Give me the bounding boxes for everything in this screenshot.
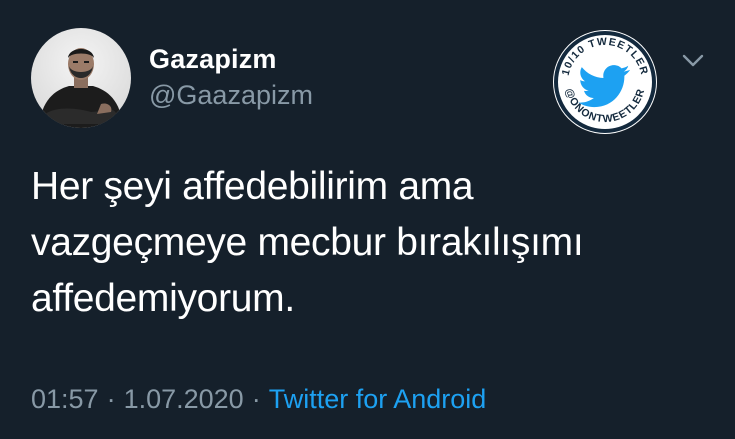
avatar[interactable]: [31, 28, 131, 128]
tweet-source-link[interactable]: Twitter for Android: [269, 384, 487, 414]
more-options-chevron[interactable]: [680, 48, 706, 74]
ononTweetler-badge: 10/10 TWEETLER @ONONTWEETLER: [551, 28, 659, 136]
meta-separator: ·: [251, 384, 261, 414]
user-photo-avatar-icon: [31, 28, 131, 128]
author-handle[interactable]: @Gaazapizm: [149, 80, 313, 111]
previous-content-remnant: [160, 0, 280, 2]
tweet-text-line: vazgeçmeye mecbur bırakılışımı: [31, 221, 584, 264]
tweet-meta: 01:57 · 1.07.2020 · Twitter for Android: [31, 384, 486, 415]
tweet-text-line: affedemiyorum.: [31, 277, 295, 320]
chevron-down-icon: [682, 54, 704, 67]
tweet-date[interactable]: 1.07.2020: [124, 384, 244, 414]
tweet-text: Her şeyi affedebilirim ama vazgeçmeye me…: [31, 159, 711, 327]
tweet-text-line: Her şeyi affedebilirim ama: [31, 165, 474, 208]
badge-logo-icon: 10/10 TWEETLER @ONONTWEETLER: [553, 30, 657, 134]
author-display-name[interactable]: Gazapizm: [149, 44, 277, 75]
meta-separator: ·: [106, 384, 116, 414]
tweet-time[interactable]: 01:57: [31, 384, 99, 414]
